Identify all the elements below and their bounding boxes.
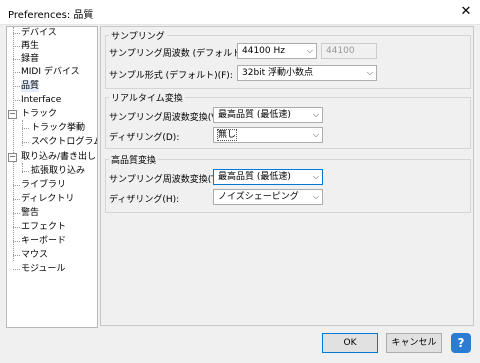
- hq-dither-value: ノイズシェーピング: [218, 192, 299, 202]
- tree-item-libraries[interactable]: ライブラリ: [21, 179, 66, 191]
- help-icon[interactable]: ?: [451, 333, 471, 353]
- tree-item-interface[interactable]: Interface: [21, 94, 61, 106]
- tree-item-modules[interactable]: モジュール: [21, 263, 65, 275]
- tree-item-spectrogram[interactable]: スペクトログラム: [31, 136, 97, 148]
- hq-dither-select[interactable]: ノイズシェーピング ⌵: [213, 189, 323, 205]
- collapse-import-export-icon[interactable]: −: [8, 153, 17, 162]
- chevron-down-icon: ⌵: [312, 192, 319, 201]
- chevron-down-icon: ⌵: [366, 68, 373, 77]
- chevron-down-icon: ⌵: [312, 110, 319, 119]
- sampling-group-title: サンプリング: [109, 29, 167, 42]
- tree-item-quality[interactable]: 品質: [21, 80, 40, 92]
- tree-item-playback[interactable]: 再生: [21, 40, 39, 52]
- sample-rate-custom-input: 44100: [321, 43, 377, 59]
- tree-item-directories[interactable]: ディレクトリ: [21, 193, 74, 205]
- sample-rate-select[interactable]: 44100 Hz ⌵: [237, 43, 317, 59]
- tree-item-effects[interactable]: エフェクト: [21, 221, 66, 233]
- tree-item-warnings[interactable]: 警告: [21, 207, 39, 219]
- close-icon[interactable]: ✕: [452, 0, 480, 24]
- sample-rate-custom-value: 44100: [326, 46, 355, 56]
- sample-format-select[interactable]: 32bit 浮動小数点 ⌵: [237, 65, 377, 81]
- tree-item-recording[interactable]: 録音: [21, 53, 39, 65]
- tree-item-extended-import[interactable]: 拡張取り込み: [31, 165, 85, 177]
- cancel-button[interactable]: キャンセル: [386, 333, 442, 353]
- chevron-down-icon: ⌵: [312, 172, 319, 181]
- tree-item-import-export[interactable]: 取り込み/書き出し: [21, 151, 96, 163]
- tree-item-track-behaviors[interactable]: トラック挙動: [31, 122, 85, 134]
- tree-item-mouse[interactable]: マウス: [21, 249, 48, 261]
- settings-panel: サンプリング サンプリング周波数 (デフォルト)(R): 44100 Hz ⌵ …: [100, 26, 474, 326]
- title-bar: Preferences: 品質 ✕: [0, 0, 480, 25]
- tree-item-keyboard[interactable]: キーボード: [21, 235, 66, 247]
- realtime-converter-value: 最高品質 (最低速): [218, 110, 291, 120]
- realtime-group-title: リアルタイム変換: [109, 91, 185, 104]
- collapse-tracks-icon[interactable]: −: [8, 110, 17, 119]
- window-title: Preferences: 品質: [8, 10, 94, 21]
- hq-dither-label: ディザリング(H):: [109, 195, 180, 205]
- ok-button[interactable]: OK: [322, 333, 378, 353]
- tree-item-devices[interactable]: デバイス: [21, 27, 57, 39]
- category-tree[interactable]: デバイス 再生 録音 MIDI デバイス 品質 Interface − トラック…: [6, 26, 98, 328]
- sample-format-label: サンプル形式 (デフォルト)(F):: [109, 71, 233, 81]
- hq-converter-label: サンプリング周波数変換(T):: [109, 175, 224, 185]
- realtime-converter-select[interactable]: 最高品質 (最低速) ⌵: [213, 107, 323, 123]
- tree-item-tracks[interactable]: トラック: [21, 108, 57, 120]
- hq-converter-value: 最高品質 (最低速): [218, 172, 291, 182]
- realtime-converter-label: サンプリング周波数変換(V):: [109, 113, 224, 123]
- hq-converter-select[interactable]: 最高品質 (最低速) ⌵: [213, 169, 323, 185]
- chevron-down-icon: ⌵: [312, 130, 319, 139]
- sample-rate-value: 44100 Hz: [242, 46, 285, 56]
- hq-group-title: 高品質変換: [109, 153, 159, 166]
- realtime-dither-value: 無し: [216, 129, 238, 141]
- realtime-dither-select[interactable]: 無し ⌵: [213, 127, 323, 143]
- sample-format-value: 32bit 浮動小数点: [242, 68, 314, 78]
- chevron-down-icon: ⌵: [306, 46, 313, 55]
- realtime-dither-label: ディザリング(D):: [109, 133, 180, 143]
- tree-item-midi-devices[interactable]: MIDI デバイス: [21, 66, 80, 78]
